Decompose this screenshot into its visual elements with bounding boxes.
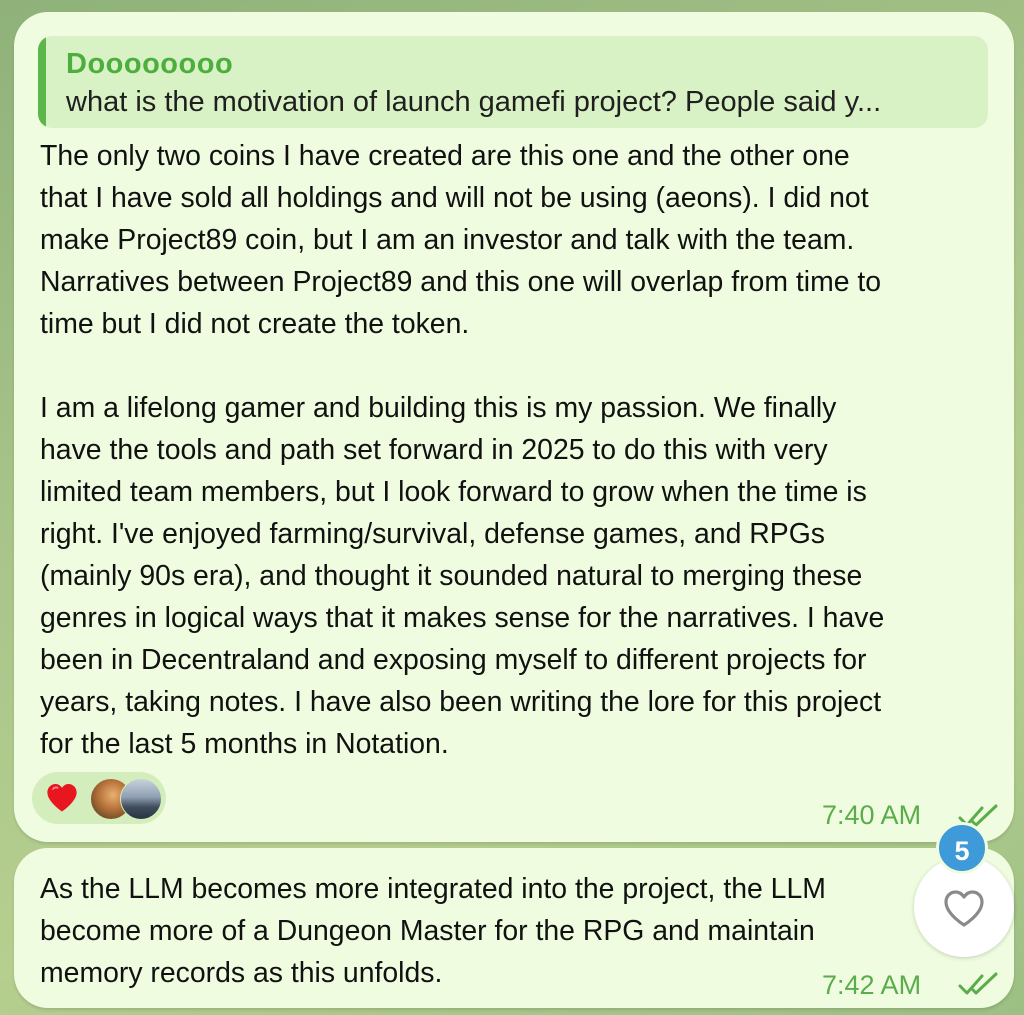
- message-time: 7:40 AM: [822, 800, 922, 830]
- reply-author: Doooooooo: [66, 48, 234, 80]
- message-text: The only two coins I have created are th…: [40, 140, 885, 760]
- message-time: 7:42 AM: [822, 970, 922, 1000]
- reply-preview[interactable]: Doooooooo what is the motivation of laun…: [38, 36, 988, 128]
- avatar: [120, 778, 162, 820]
- message-bubble[interactable]: As the LLM becomes more integrated into …: [14, 848, 1014, 1008]
- heart-outline-icon: [944, 890, 984, 927]
- message-bubble[interactable]: Doooooooo what is the motivation of laun…: [14, 12, 1014, 842]
- reply-accent-bar: [38, 36, 46, 128]
- message-text: As the LLM becomes more integrated into …: [40, 873, 826, 989]
- like-count-badge: 5: [936, 822, 988, 874]
- heart-icon: [47, 783, 77, 812]
- double-check-icon: [958, 972, 998, 995]
- reply-text: what is the motivation of launch gamefi …: [66, 86, 882, 118]
- reaction-chip[interactable]: [32, 772, 166, 824]
